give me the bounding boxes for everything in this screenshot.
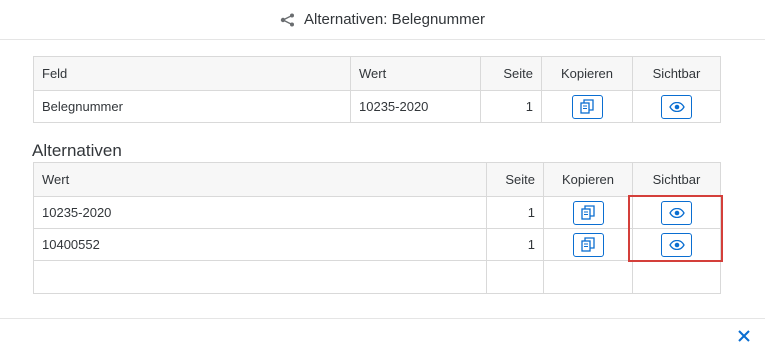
wert-cell: 10235-2020 <box>350 90 481 123</box>
show-button[interactable] <box>661 232 692 257</box>
copy-icon <box>581 237 595 252</box>
close-icon[interactable] <box>737 329 751 343</box>
column-header-kopieren: Kopieren <box>543 162 633 197</box>
feld-cell: Belegnummer <box>33 90 351 123</box>
current-field-table: Feld Wert Seite Kopieren Sichtbar Belegn… <box>33 56 721 123</box>
share-icon <box>280 13 296 27</box>
kopieren-cell <box>543 196 633 229</box>
empty-cell <box>486 260 544 294</box>
table-header-row: Feld Wert Seite Kopieren Sichtbar <box>33 56 721 91</box>
eye-icon <box>668 101 685 112</box>
dialog-title: Alternativen: Belegnummer <box>304 11 485 28</box>
dialog-footer <box>0 318 765 355</box>
column-header-wert: Wert <box>350 56 481 91</box>
column-header-feld: Feld <box>33 56 351 91</box>
kopieren-cell <box>541 90 633 123</box>
sichtbar-cell <box>632 90 721 123</box>
empty-cell <box>632 260 721 294</box>
copy-button[interactable] <box>571 94 603 119</box>
copy-button[interactable] <box>572 232 604 257</box>
empty-cell <box>543 260 633 294</box>
seite-cell: 1 <box>486 228 544 261</box>
seite-cell: 1 <box>480 90 542 123</box>
eye-icon <box>668 239 685 250</box>
seite-cell: 1 <box>486 196 544 229</box>
dialog-header: Alternativen: Belegnummer <box>0 0 765 40</box>
sichtbar-cell <box>632 228 721 261</box>
column-header-seite: Seite <box>480 56 542 91</box>
column-header-sichtbar: Sichtbar <box>632 56 721 91</box>
copy-icon <box>581 205 595 220</box>
dialog-title-container: Alternativen: Belegnummer <box>280 11 485 28</box>
column-header-sichtbar: Sichtbar <box>632 162 721 197</box>
show-button[interactable] <box>661 200 692 225</box>
alternatives-table: Wert Seite Kopieren Sichtbar 10235-2020 … <box>33 162 721 294</box>
show-button[interactable] <box>661 94 692 119</box>
kopieren-cell <box>543 228 633 261</box>
copy-button[interactable] <box>572 200 604 225</box>
wert-cell: 10235-2020 <box>33 196 487 229</box>
table-header-row: Wert Seite Kopieren Sichtbar <box>33 162 721 197</box>
sichtbar-cell <box>632 196 721 229</box>
copy-icon <box>580 99 594 114</box>
column-header-wert: Wert <box>33 162 487 197</box>
table-row: 10235-2020 1 <box>33 196 721 229</box>
wert-cell: 10400552 <box>33 228 487 261</box>
column-header-seite: Seite <box>486 162 544 197</box>
table-row: 10400552 1 <box>33 228 721 261</box>
empty-cell <box>33 260 487 294</box>
column-header-kopieren: Kopieren <box>541 56 633 91</box>
table-row: Belegnummer 10235-2020 1 <box>33 90 721 123</box>
table-row-empty <box>33 260 721 294</box>
eye-icon <box>668 207 685 218</box>
alternatives-section-title: Alternativen <box>32 141 122 160</box>
